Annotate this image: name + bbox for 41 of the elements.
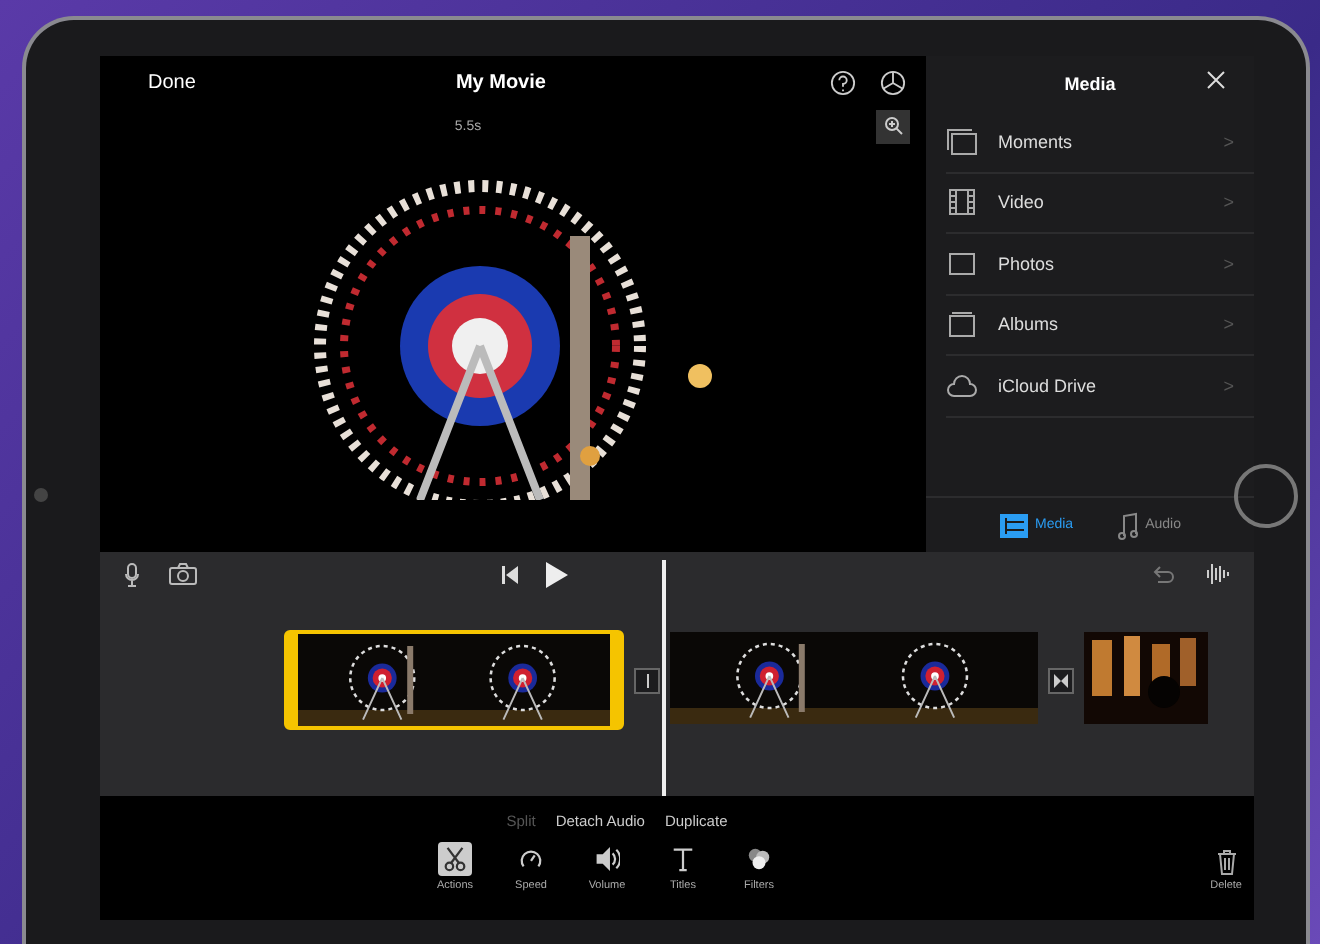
transition-marker[interactable]: [1048, 667, 1074, 693]
media-category-item[interactable]: iCloud Drive >: [946, 356, 1254, 417]
camera-icon: [168, 562, 198, 586]
scissors-icon: [442, 846, 468, 872]
play-icon[interactable]: [546, 561, 569, 587]
close-icon: [1206, 70, 1226, 90]
waveform-icon[interactable]: [1201, 562, 1230, 586]
settings-button[interactable]: [880, 69, 906, 95]
media-category-item[interactable]: Moments >: [946, 112, 1254, 173]
panel-title: Media: [1064, 74, 1116, 94]
done-button[interactable]: Done: [148, 71, 196, 93]
help-button[interactable]: [830, 69, 856, 95]
trash-icon: [1215, 848, 1238, 876]
media-category-item[interactable]: Photos >: [946, 234, 1254, 295]
speedometer-icon: [518, 846, 544, 872]
music-note-icon: [1117, 511, 1138, 539]
media-library-icon: [999, 513, 1027, 537]
overlapping-circles-icon: [746, 846, 772, 872]
question-circle-icon: [830, 69, 856, 95]
project-title: My Movie: [453, 71, 548, 93]
transition-marker[interactable]: [634, 667, 660, 693]
video-clip[interactable]: [1084, 632, 1208, 728]
media-category-item[interactable]: Video >: [946, 173, 1254, 234]
film-strip-icon: [946, 188, 978, 217]
close-button[interactable]: [1206, 70, 1226, 90]
cloud-icon: [946, 371, 978, 400]
album-icon: [946, 310, 978, 339]
zoom-button[interactable]: [876, 109, 911, 143]
microphone-icon: [124, 561, 140, 587]
video-clip[interactable]: [284, 630, 624, 730]
skip-back-icon[interactable]: [502, 565, 519, 583]
zoom-in-icon: [883, 116, 904, 136]
speaker-icon: [594, 846, 620, 872]
rectangle-icon: [946, 249, 978, 278]
undo-icon[interactable]: [1149, 563, 1174, 585]
settings-icon: [880, 69, 906, 95]
media-category-item[interactable]: Albums >: [946, 295, 1254, 356]
bowtie-icon: [1054, 673, 1068, 687]
letter-t-icon: [670, 846, 696, 872]
stacked-rectangles-icon: [946, 127, 978, 156]
camera-dot: [34, 488, 48, 502]
